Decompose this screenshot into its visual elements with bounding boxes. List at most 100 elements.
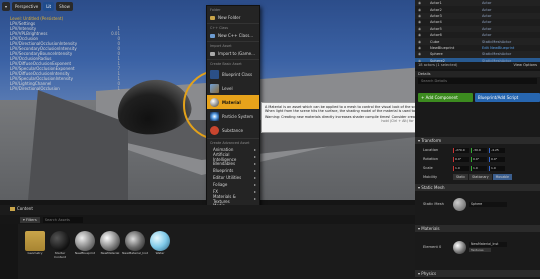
chevron-right-icon: ▸ [253,196,256,201]
add-component-button[interactable]: + Add Component [418,93,473,102]
asset-tile[interactable]: NewMaterial [99,231,121,256]
material-element-row: Element 0 NewMaterial_Inst Textures [415,236,540,258]
menu-item-label: Particle System [222,113,253,119]
rotation-y-field[interactable]: 0.0° [471,156,487,162]
material-picker-group: NewMaterial_Inst Textures [469,242,507,252]
stat-value: 1 [117,86,120,91]
menu-item-label: Foliage [213,182,228,187]
menu-item-particle-system[interactable]: Particle System [207,109,259,123]
materials-section-header[interactable]: ▾ Materials [415,225,540,232]
asset-thumbnail [75,231,95,251]
static-mesh-label: Static Mesh [423,202,444,206]
menu-item-label: Blueprints [213,168,234,173]
mobility-stationary[interactable]: Stationary [469,174,492,180]
actor-name: Actor3 [430,13,442,18]
folder-icon [25,231,45,251]
show-button[interactable]: Show [56,2,73,11]
lit-button[interactable]: Lit [43,2,55,11]
material-picker[interactable]: NewMaterial_Inst [469,242,507,247]
scale-x-field[interactable]: 1.0 [453,165,469,171]
filters-label: Filters [25,218,37,222]
perspective-button[interactable]: Perspective [12,2,42,11]
rotation-row: Rotation 0.0° 0.0° 0.0° [415,155,540,163]
mobility-row: Mobility Static Stationary Movable [415,173,540,181]
rotation-x-field[interactable]: 0.0° [453,156,469,162]
menu-item-label: Blendables [213,161,236,166]
scale-y-field[interactable]: 1.0 [471,165,487,171]
asset-tile[interactable]: Starter Content [49,231,71,259]
scale-z-field[interactable]: 1.0 [489,165,505,171]
menu-item-level[interactable]: Level [207,81,259,95]
menu-item-blueprint-class[interactable]: Blueprint Class [207,67,259,81]
asset-search-input[interactable]: Search Assets [42,217,83,223]
menu-item-advanced[interactable]: Artificial Intelligence ▸ [207,151,259,162]
world-outliner: ◉ Actor1 Actor ◉ Actor2 Actor ◉ Actor3 Actor ◉ Act… [415,0,540,64]
actor-type: Actor [482,20,492,25]
filters-button[interactable]: ▾ Filters [20,217,40,223]
import-icon [210,51,215,56]
menu-item-label: Editor Utilities [213,175,242,180]
rotation-z-field[interactable]: 0.0° [489,156,505,162]
asset-tile[interactable]: Geometry [24,231,46,256]
asset-name: NewMaterial [100,251,120,255]
menu-item-label: Materials & Textures [213,193,236,204]
actor-type: Actor [482,1,492,6]
static-mesh-section-header[interactable]: ▾ Static Mesh [415,184,540,191]
chevron-right-icon: ▸ [253,168,256,173]
actor-name: Actor2 [430,7,442,12]
blueprint-add-script-button[interactable]: Blueprint/Add Script [475,93,540,102]
menu-item-advanced[interactable]: Editor Utilities ▸ [207,174,259,181]
folder-icon [210,15,215,20]
mobility-toggle: Static Stationary Movable [453,174,513,180]
particle-system-icon [210,111,219,121]
viewport-menu-button[interactable]: ▾ [2,2,11,11]
menu-item-import[interactable]: Import to /Game... [207,49,259,58]
chevron-right-icon: ▸ [253,175,256,180]
edit-blueprint-link[interactable]: Edit NewBlueprint [482,46,514,50]
material-thumbnail[interactable] [453,240,466,254]
chevron-right-icon: ▸ [253,189,256,194]
substance-icon [210,125,219,135]
transform-section-header[interactable]: ▾ Transform [415,137,540,144]
location-x-field[interactable]: -270.0 [453,147,469,153]
menu-item-substance[interactable]: Substance [207,123,259,137]
details-search-input[interactable]: Search Details [418,78,537,84]
menu-item-new-folder[interactable]: New Folder [207,13,259,22]
menu-item-advanced[interactable]: Blueprints ▸ [207,167,259,174]
chevron-right-icon: ▸ [253,154,256,159]
menu-item-advanced[interactable]: Materials & Textures ▸ [207,193,259,204]
static-mesh-picker[interactable]: Sphere [469,201,507,207]
mesh-thumbnail[interactable] [453,197,466,211]
asset-thumbnail [150,231,170,251]
asset-tile[interactable]: NewMaterial_Inst [122,231,148,256]
physics-title: Physics [421,271,437,276]
mobility-static[interactable]: Static [453,174,469,180]
chevron-right-icon: ▸ [253,182,256,187]
content-tab[interactable]: Content [10,206,33,211]
menu-section-advanced: Create Advanced Asset [207,138,259,146]
actor-name: Sphere [430,52,443,57]
menu-item-new-cpp-class[interactable]: New C++ Class... [207,31,259,40]
mobility-movable[interactable]: Movable [492,174,513,180]
location-y-field[interactable]: -30.0 [471,147,487,153]
details-tab[interactable]: Details [415,71,540,77]
menu-item-advanced[interactable]: Foliage ▸ [207,181,259,188]
chevron-right-icon: ▸ [253,161,256,166]
physics-section-header[interactable]: ▾ Physics [415,270,540,277]
menu-item-label: Artificial Intelligence [213,151,237,162]
menu-item-material[interactable]: Material [207,95,259,109]
location-z-field[interactable]: -4.25 [489,147,505,153]
menu-item-label: New C++ Class... [218,33,254,38]
viewport-toolbar: ▾ Perspective Lit Show [2,2,73,11]
asset-tile[interactable]: NewBlueprint [74,231,96,256]
cpp-class-icon [210,33,215,38]
asset-name: Starter Content [54,251,66,259]
menu-section-import: Import Asset [207,41,259,49]
textures-dropdown[interactable]: Textures [469,248,491,252]
perspective-label: Perspective [15,4,39,9]
menu-item-advanced[interactable]: Blendables ▸ [207,160,259,167]
view-options-button[interactable]: View Options [513,63,537,68]
rotation-label: Rotation [423,157,439,161]
asset-name: Water [155,251,165,255]
asset-tile[interactable]: Water [149,231,171,256]
